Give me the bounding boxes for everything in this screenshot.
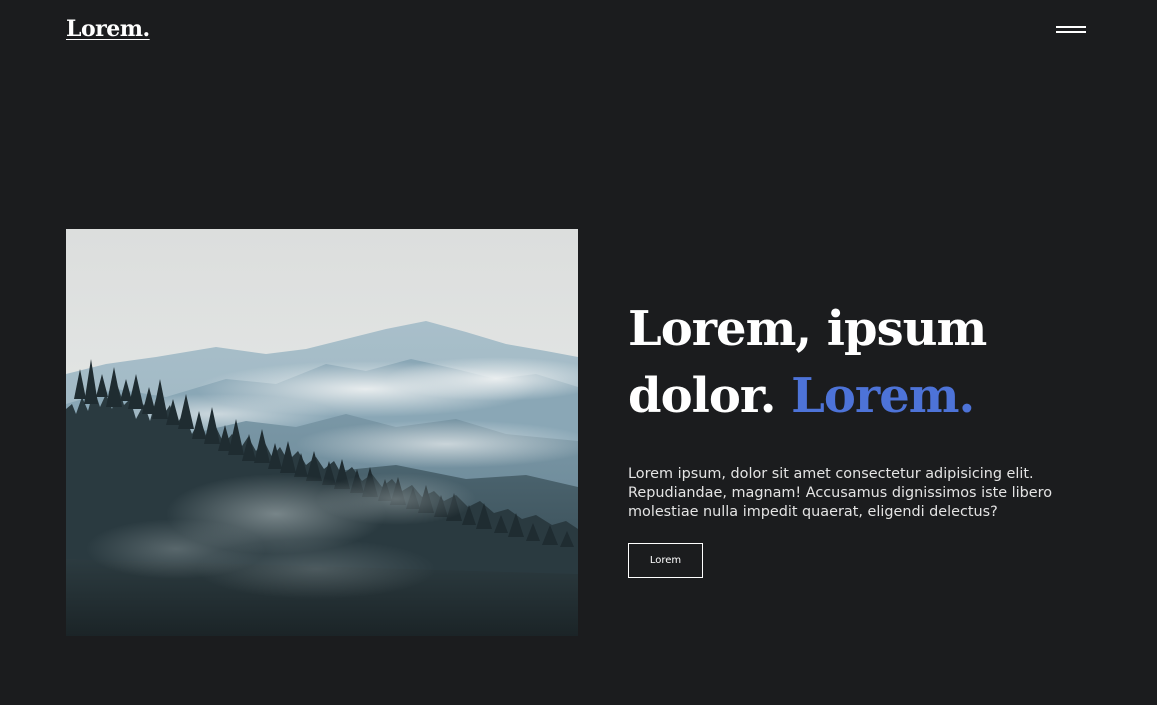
site-logo[interactable]: Lorem. [66,16,150,42]
headline-accent: Lorem. [791,368,975,424]
menu-bar-bottom [1056,31,1086,33]
hamburger-menu-button[interactable] [1052,18,1090,40]
menu-bar-top [1056,26,1086,28]
hero-description: Lorem ipsum, dolor sit amet consectetur … [628,466,1053,520]
hero-text-block: Lorem, ipsum dolor. Lorem. Lorem ipsum, … [628,296,1098,522]
hero-image [66,229,578,636]
hero-headline: Lorem, ipsum dolor. Lorem. [628,296,1098,430]
forest-mountain-illustration [66,229,578,636]
cta-button[interactable]: Lorem [628,543,703,578]
